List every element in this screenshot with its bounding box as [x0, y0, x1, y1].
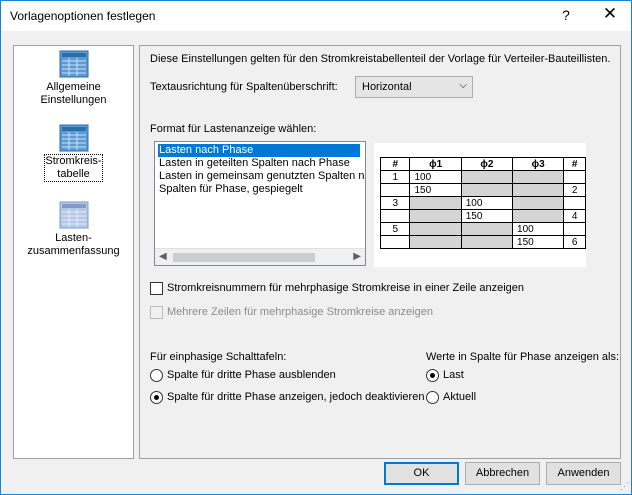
preview-cell: [379, 183, 411, 197]
preview-cell: 3: [379, 196, 411, 210]
preview-header: ϕ3: [512, 157, 565, 171]
load-radio[interactable]: [426, 369, 439, 382]
sidebar-item-label: Einstellungen: [40, 94, 107, 106]
preview-cell: 150: [409, 183, 462, 197]
intro-text: Diese Einstellungen gelten für den Strom…: [150, 53, 611, 65]
load-label: Last: [443, 369, 464, 381]
text-direction-label: Textausrichtung für Spaltenüberschrift:: [150, 81, 338, 93]
table-icon: [59, 201, 88, 229]
preview-cell: [512, 209, 565, 223]
cancel-button[interactable]: Abbrechen: [465, 462, 540, 485]
format-listbox[interactable]: Lasten nach Phase Lasten in geteilten Sp…: [154, 141, 366, 266]
preview-cell: [512, 183, 565, 197]
title-bar: Vorlagenoptionen festlegen ? ✕: [1, 1, 631, 31]
preview-cell: 2: [563, 183, 586, 197]
table-icon: [59, 50, 88, 78]
preview-cell: [379, 209, 411, 223]
preview-header: #: [563, 157, 586, 171]
preview-cell: [409, 222, 462, 236]
text-direction-value: Horizontal: [362, 81, 412, 93]
sidebar: Allgemeine Einstellungen Stromkreis-tabel…: [13, 45, 134, 459]
chevron-down-icon: ⌵: [459, 80, 467, 91]
sidebar-item-circuit-table[interactable]: Stromkreis-tabelle: [16, 124, 131, 182]
resize-grip-icon[interactable]: ⋰: [620, 481, 629, 492]
hide-third-phase-label: Spalte für dritte Phase ausblenden: [167, 369, 336, 381]
preview-cell: [512, 170, 565, 184]
list-item[interactable]: Lasten in gemeinsam genutzten Spalten na: [158, 170, 365, 183]
show-disabled-third-phase-radio[interactable]: [150, 391, 163, 404]
preview-header: ϕ2: [460, 157, 514, 171]
preview-cell: 100: [460, 196, 514, 210]
multiphase-row-label: Stromkreisnummern für mehrphasige Stromk…: [167, 282, 525, 294]
apply-button[interactable]: Anwenden: [546, 462, 621, 485]
sidebar-item-label: Stromkreis-: [45, 155, 102, 167]
preview-cell: 100: [409, 170, 462, 184]
scroll-left-icon[interactable]: ◀: [159, 251, 167, 262]
preview-cell: 5: [379, 222, 411, 236]
scroll-thumb[interactable]: [173, 253, 315, 262]
window-title: Vorlagenoptionen festlegen: [10, 9, 156, 23]
preview-cell: 1: [379, 170, 411, 184]
preview-cell: 4: [563, 209, 586, 223]
preview-cell: [460, 183, 514, 197]
preview-cell: 6: [563, 235, 586, 249]
preview-cell: 150: [460, 209, 514, 223]
sidebar-item-general[interactable]: Allgemeine Einstellungen: [16, 50, 131, 107]
preview-table: # ϕ1 ϕ2 ϕ3 # 1 100 150 2 3 100 150 4 5 1…: [379, 157, 586, 249]
multirow-checkbox[interactable]: [150, 306, 163, 319]
preview-cell: [512, 196, 565, 210]
table-icon: [59, 124, 88, 152]
show-disabled-third-phase-label: Spalte für dritte Phase anzeigen, jedoch…: [167, 391, 425, 403]
sidebar-item-label: Allgemeine: [46, 81, 101, 93]
scroll-right-icon[interactable]: ▶: [353, 251, 361, 262]
singlephase-label: Für einphasige Schalttafeln:: [150, 351, 287, 363]
preview-cell: [409, 235, 462, 249]
preview-cell: [563, 222, 586, 236]
current-label: Aktuell: [443, 391, 477, 403]
list-item[interactable]: Lasten nach Phase: [158, 144, 360, 157]
preview-cell: [460, 222, 514, 236]
format-preview: # ϕ1 ϕ2 ϕ3 # 1 100 150 2 3 100 150 4 5 1…: [374, 143, 586, 267]
preview-cell: [563, 170, 586, 184]
preview-cell: [460, 235, 514, 249]
preview-cell: [409, 196, 462, 210]
preview-cell: 150: [512, 235, 565, 249]
preview-cell: [379, 235, 411, 249]
sidebar-item-label: tabelle: [57, 168, 90, 180]
preview-header: #: [379, 157, 411, 171]
format-label: Format für Lastenanzeige wählen:: [150, 123, 317, 135]
values-label: Werte in Spalte für Phase anzeigen als:: [426, 351, 620, 363]
sidebar-item-label: zusammenfassung: [27, 245, 120, 257]
list-item[interactable]: Lasten in geteilten Spalten nach Phase: [158, 157, 351, 170]
preview-cell: [409, 209, 462, 223]
multirow-label: Mehrere Zeilen für mehrphasige Stromkrei…: [167, 306, 433, 318]
preview-cell: 100: [512, 222, 565, 236]
list-item[interactable]: Spalten für Phase, gespiegelt: [158, 183, 304, 196]
preview-header: ϕ1: [409, 157, 462, 171]
settings-panel: Diese Einstellungen gelten für den Strom…: [139, 45, 621, 459]
dialog-window: Vorlagenoptionen festlegen ? ✕ Allgemein…: [0, 0, 632, 495]
current-radio[interactable]: [426, 391, 439, 404]
horizontal-scrollbar[interactable]: ◀ ▶: [155, 248, 365, 265]
sidebar-item-load-summary[interactable]: Lasten-zusammenfassung: [16, 201, 131, 258]
multiphase-row-checkbox[interactable]: [150, 282, 163, 295]
close-button[interactable]: ✕: [599, 4, 621, 24]
text-direction-select[interactable]: Horizontal ⌵: [355, 76, 473, 98]
preview-cell: [563, 196, 586, 210]
hide-third-phase-radio[interactable]: [150, 369, 163, 382]
sidebar-item-label: Lasten-: [55, 232, 92, 244]
help-button[interactable]: ?: [556, 7, 576, 23]
ok-button[interactable]: OK: [384, 462, 459, 485]
preview-cell: [460, 170, 514, 184]
